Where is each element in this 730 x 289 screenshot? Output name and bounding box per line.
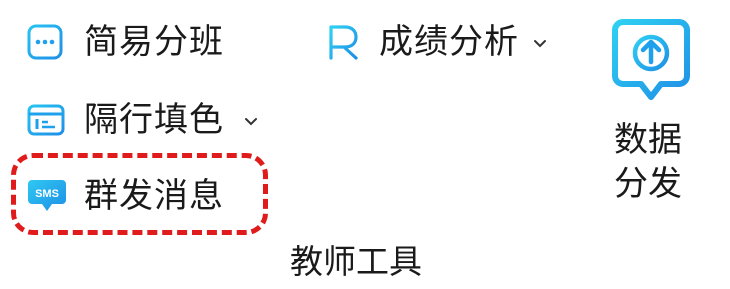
chevron-down-icon[interactable] (533, 30, 547, 54)
menu-item-zebra-fill[interactable]: 隔行填色 (26, 100, 258, 140)
menu-item-grade-analysis[interactable]: 成绩分析 (323, 22, 547, 62)
menu-item-label: 隔行填色 (84, 100, 224, 140)
upload-arrow-bubble-icon (611, 18, 691, 102)
table-rows-icon (26, 102, 66, 138)
toolbar-group-title: 教师工具 (290, 242, 422, 281)
menu-item-label: 群发消息 (84, 176, 224, 216)
data-distribution-label: 数据分发 (614, 120, 682, 204)
dots-square-icon (26, 23, 64, 61)
sms-bubble-icon: SMS (26, 176, 68, 216)
svg-text:SMS: SMS (35, 188, 59, 200)
menu-item-label: 简易分班 (84, 22, 224, 62)
r-letter-icon (323, 22, 363, 62)
menu-item-label: 成绩分析 (379, 22, 519, 62)
menu-item-group-sms[interactable]: SMS 群发消息 (26, 176, 224, 216)
chevron-down-icon[interactable] (244, 108, 258, 132)
menu-item-simple-class[interactable]: 简易分班 (26, 22, 224, 62)
